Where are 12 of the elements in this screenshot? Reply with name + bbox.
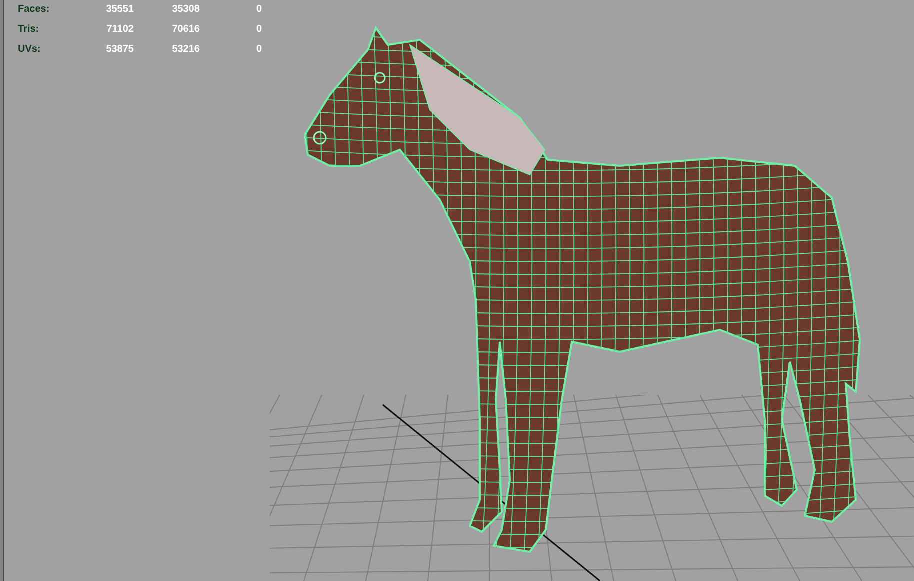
stat-value: 35551 bbox=[105, 3, 134, 17]
stat-value: 53216 bbox=[171, 43, 200, 57]
stat-value: 71102 bbox=[106, 23, 134, 37]
stat-value: 70616 bbox=[171, 23, 200, 37]
stat-label: Tris: bbox=[18, 23, 40, 37]
stat-value: 0 bbox=[255, 43, 262, 57]
stat-value: 53875 bbox=[105, 43, 134, 57]
stat-label: Faces: bbox=[18, 3, 51, 17]
stat-value: 0 bbox=[255, 23, 262, 37]
stat-value: 35308 bbox=[171, 3, 200, 17]
stat-label: UVs: bbox=[18, 43, 42, 57]
stat-value: 0 bbox=[255, 3, 262, 17]
